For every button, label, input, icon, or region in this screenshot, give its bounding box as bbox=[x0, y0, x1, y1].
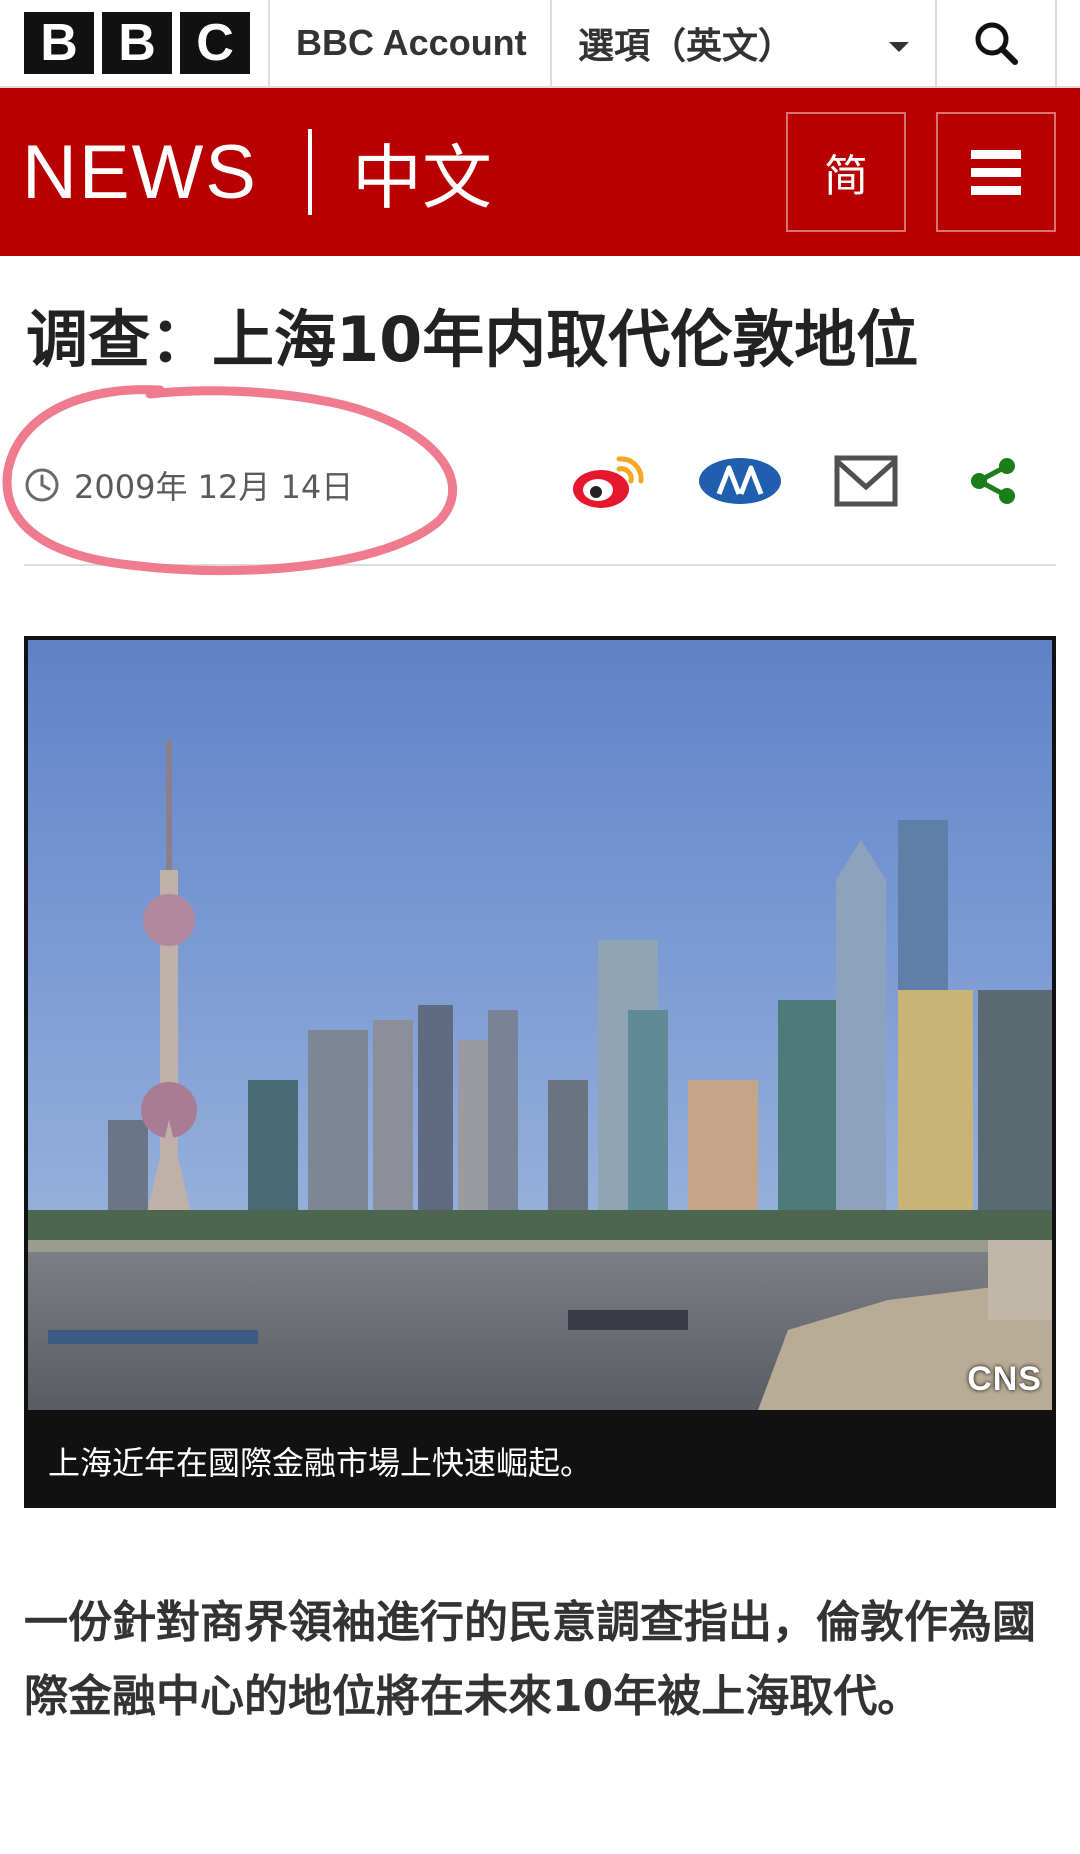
article-figure: CNS 上海近年在國際金融市場上快速崛起。 bbox=[24, 636, 1056, 1508]
publish-date: 2009年 12月 14日 bbox=[24, 462, 353, 508]
bbc-logo[interactable]: B B C bbox=[0, 0, 270, 86]
share-email-button[interactable] bbox=[826, 446, 906, 516]
article-headline: 调查：上海10年内取代伦敦地位 bbox=[26, 303, 919, 376]
section-name[interactable]: 中文 bbox=[352, 122, 492, 223]
search-icon bbox=[975, 22, 1018, 65]
weibo-icon bbox=[573, 456, 644, 508]
image-watermark: CNS bbox=[967, 1360, 1042, 1398]
share-weibo-button[interactable] bbox=[564, 446, 654, 516]
top-bar: B B C BBC Account 選項（英文） bbox=[0, 0, 1080, 88]
chevron-down-icon bbox=[889, 42, 909, 52]
share-more-button[interactable] bbox=[958, 446, 1028, 516]
bbc-logo-letter: B bbox=[102, 12, 172, 74]
article-lead-paragraph: 一份針對商界領袖進行的民意調查指出，倫敦作為國際金融中心的地位將在未來10年被上… bbox=[24, 1597, 1036, 1722]
bbc-account-link[interactable]: BBC Account bbox=[270, 0, 552, 86]
simplified-label: 简 bbox=[824, 151, 868, 202]
clock-icon bbox=[25, 468, 59, 502]
image-caption: 上海近年在國際金融市場上快速崛起。 bbox=[48, 1444, 593, 1482]
share-renren-button[interactable] bbox=[690, 446, 790, 516]
shanghai-skyline-photo[interactable] bbox=[28, 640, 1052, 1410]
hamburger-menu-icon bbox=[971, 185, 1021, 195]
news-banner: NEWS 中文 简 bbox=[0, 88, 1080, 256]
article-meta: 2009年 12月 14日 bbox=[24, 446, 1056, 566]
hamburger-menu-icon bbox=[971, 149, 1021, 159]
bbc-logo-letter: B bbox=[24, 12, 94, 74]
simplified-chinese-button[interactable]: 简 bbox=[786, 112, 906, 232]
email-icon bbox=[834, 455, 898, 507]
renren-icon bbox=[699, 458, 781, 504]
options-label: 選項（英文） bbox=[578, 26, 795, 67]
hamburger-menu-icon bbox=[971, 167, 1021, 177]
banner-divider bbox=[308, 129, 312, 215]
publish-date-text: 2009年 12月 14日 bbox=[74, 468, 354, 506]
share-icon bbox=[971, 458, 1015, 504]
news-brand[interactable]: NEWS bbox=[22, 129, 258, 216]
search-button[interactable] bbox=[937, 0, 1057, 86]
options-dropdown[interactable]: 選項（英文） bbox=[552, 0, 937, 86]
bbc-logo-letter: C bbox=[180, 12, 250, 74]
menu-button[interactable] bbox=[936, 112, 1056, 232]
